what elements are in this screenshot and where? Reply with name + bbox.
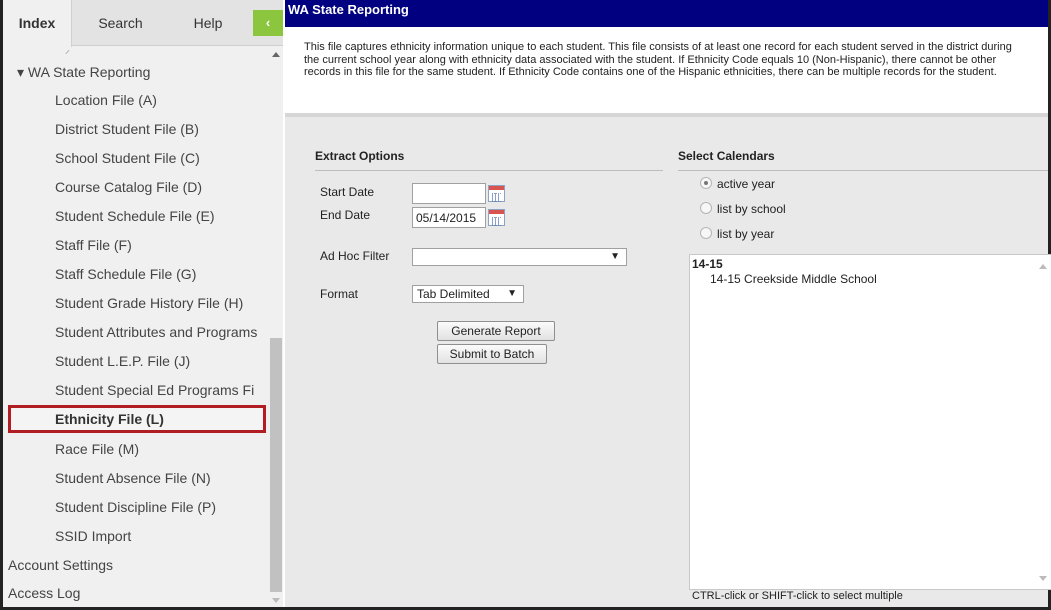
format-select[interactable]: Tab Delimited ▼: [412, 285, 524, 303]
start-date-label: Start Date: [320, 185, 375, 199]
generate-report-button[interactable]: Generate Report: [437, 321, 555, 341]
scroll-up-arrow-icon[interactable]: [272, 52, 280, 57]
radio-label: list by year: [717, 227, 775, 241]
tab-help[interactable]: Help: [168, 0, 248, 46]
tree-item-course-catalog-file[interactable]: Course Catalog File (D): [3, 173, 269, 201]
tree-item-student-schedule-file[interactable]: Student Schedule File (E): [3, 202, 269, 230]
extract-options-header: Extract Options: [315, 147, 663, 171]
format-label: Format: [320, 287, 359, 301]
radio-list-by-year[interactable]: list by year: [700, 226, 774, 244]
radio-button[interactable]: [700, 202, 712, 214]
tree-collapsed-stub-icon: ⸝: [65, 46, 70, 56]
tree-item-student-grade-history[interactable]: Student Grade History File (H): [3, 289, 269, 317]
tree-item-student-discipline-file[interactable]: Student Discipline File (P): [3, 493, 269, 521]
ad-hoc-filter-select[interactable]: ▼: [412, 248, 627, 266]
tree-item-account-settings[interactable]: Account Settings: [3, 551, 269, 579]
end-date-label: End Date: [320, 208, 371, 222]
tree-item-student-lep-file[interactable]: Student L.E.P. File (J): [3, 347, 269, 375]
tree-item-district-student-file[interactable]: District Student File (B): [3, 115, 269, 143]
tree-item-access-log[interactable]: Access Log: [3, 579, 269, 607]
end-date-input[interactable]: [412, 207, 486, 228]
index-tree: ⸝ ▾ WA State Reporting Location File (A)…: [3, 46, 269, 607]
radio-list-by-school[interactable]: list by school: [700, 201, 786, 219]
scroll-down-arrow-icon[interactable]: [272, 598, 280, 603]
tree-item-school-student-file[interactable]: School Student File (C): [3, 144, 269, 172]
main-panel: WA State Reporting This file captures et…: [285, 0, 1051, 607]
radio-label: active year: [717, 177, 776, 191]
scroll-down-arrow-icon[interactable]: [1039, 576, 1047, 581]
tree-item-location-file[interactable]: Location File (A): [3, 86, 269, 114]
tree-item-ssid-import[interactable]: SSID Import: [3, 522, 269, 550]
radio-label: list by school: [717, 202, 786, 216]
collapse-sidebar-icon[interactable]: ‹: [253, 10, 283, 36]
tree-section-wa-state-reporting[interactable]: ▾ WA State Reporting: [3, 58, 269, 86]
start-date-input[interactable]: [412, 183, 486, 204]
sidebar: Index Search Help ‹ ⸝ ▾ WA State Reporti…: [3, 0, 283, 607]
tab-index[interactable]: Index: [3, 0, 72, 47]
sidebar-tabs: Index Search Help ‹: [3, 0, 283, 47]
tree-item-student-attributes[interactable]: Student Attributes and Programs: [3, 318, 269, 346]
tree-item-staff-file[interactable]: Staff File (F): [3, 231, 269, 259]
radio-active-year[interactable]: active year: [700, 176, 775, 194]
scrollbar-thumb[interactable]: [270, 338, 282, 592]
tree-item-student-absence-file[interactable]: Student Absence File (N): [3, 464, 269, 492]
sidebar-scrollbar[interactable]: [269, 46, 283, 607]
submit-to-batch-button[interactable]: Submit to Batch: [437, 344, 547, 364]
calendar-listbox[interactable]: 14-15 14-15 Creekside Middle School: [689, 254, 1051, 590]
calendar-group-label: 14-15: [692, 257, 723, 271]
tree-item-student-special-ed[interactable]: Student Special Ed Programs Fi: [3, 376, 269, 404]
select-calendars-header: Select Calendars: [678, 147, 1048, 171]
tree-item-ethnicity-file[interactable]: Ethnicity File (L): [8, 405, 266, 433]
multi-select-hint: CTRL-click or SHIFT-click to select mult…: [692, 590, 903, 602]
radio-button-selected[interactable]: [700, 177, 712, 189]
format-value: Tab Delimited: [417, 287, 490, 301]
start-date-calendar-icon[interactable]: [488, 185, 505, 202]
chevron-down-icon: ▼: [610, 251, 620, 262]
radio-button[interactable]: [700, 227, 712, 239]
page-title: WA State Reporting: [285, 0, 1048, 27]
ad-hoc-filter-label: Ad Hoc Filter: [320, 249, 390, 263]
divider: [285, 113, 1048, 117]
end-date-calendar-icon[interactable]: [488, 209, 505, 226]
report-description: This file captures ethnicity information…: [285, 27, 1048, 113]
calendar-option[interactable]: 14-15 Creekside Middle School: [710, 272, 877, 286]
chevron-down-icon: ▼: [507, 288, 517, 299]
tree-item-staff-schedule-file[interactable]: Staff Schedule File (G): [3, 260, 269, 288]
scroll-up-arrow-icon[interactable]: [1039, 264, 1047, 269]
tab-search[interactable]: Search: [73, 0, 168, 46]
tree-item-race-file[interactable]: Race File (M): [3, 435, 269, 463]
